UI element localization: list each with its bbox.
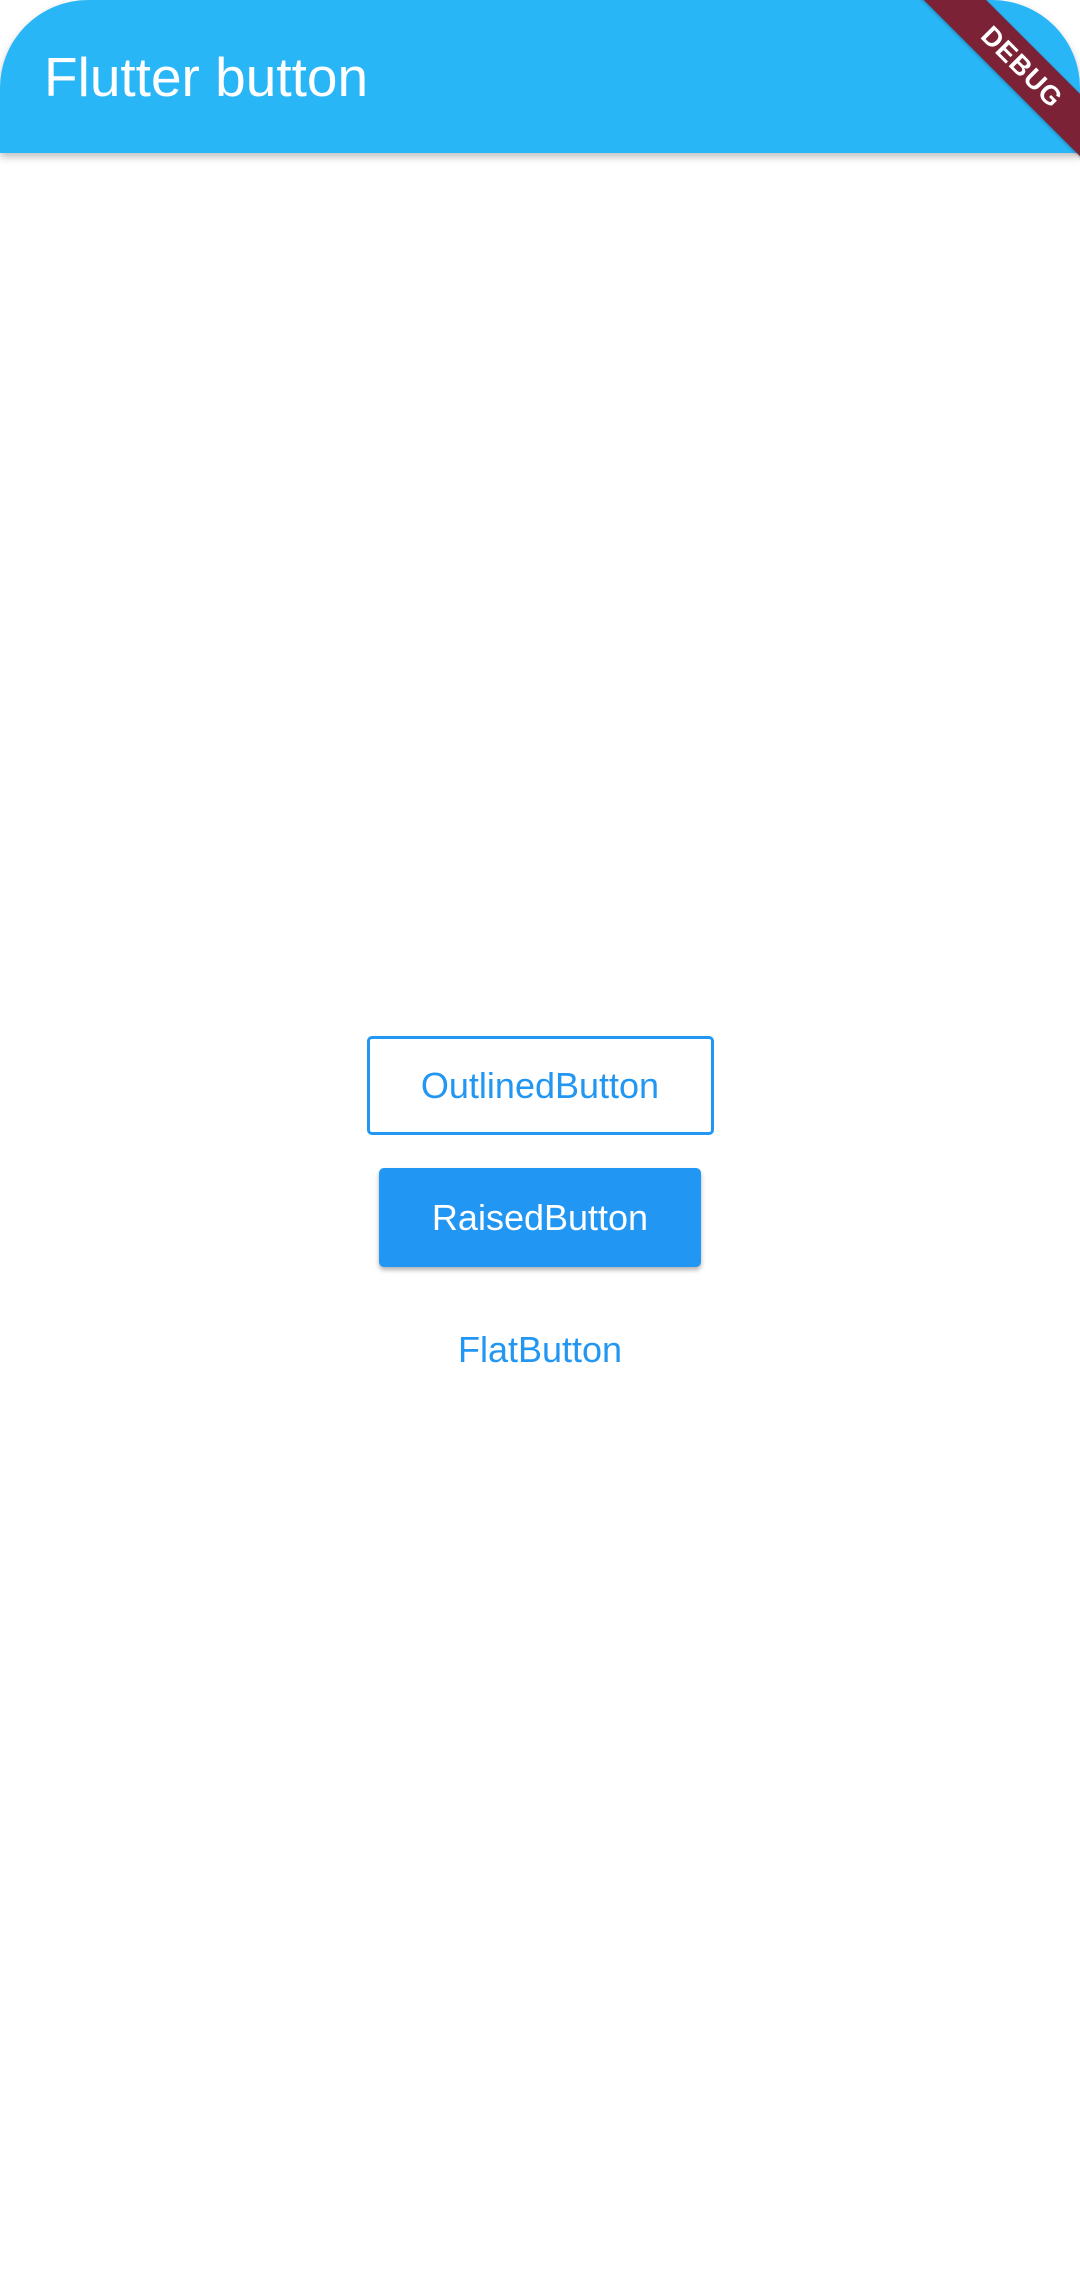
screen: Flutter button DEBUG OutlinedButton Rais…: [0, 0, 1080, 2280]
app-bar-title: Flutter button: [44, 46, 369, 108]
app-bar: Flutter button: [0, 0, 1080, 153]
button-column: OutlinedButton RaisedButton FlatButton: [0, 1030, 1080, 1399]
flat-button[interactable]: FlatButton: [420, 1300, 660, 1399]
raised-button[interactable]: RaisedButton: [379, 1168, 701, 1267]
outlined-button[interactable]: OutlinedButton: [366, 1036, 714, 1135]
